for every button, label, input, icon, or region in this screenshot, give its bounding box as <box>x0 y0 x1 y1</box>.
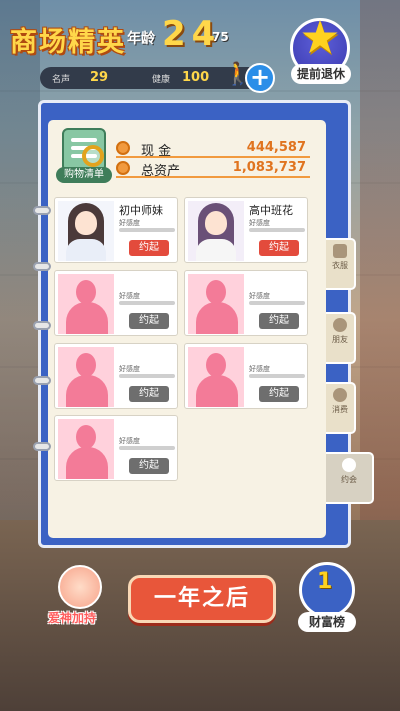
tab-friends-label: 朋友 <box>332 335 348 344</box>
locked-card-3[interactable]: 好感度 约起 <box>54 270 178 336</box>
rank-number: 1 <box>317 569 333 594</box>
cabinet-icon <box>333 244 347 258</box>
cupid-icon[interactable] <box>58 565 102 609</box>
locked-card-5[interactable]: 好感度 约起 <box>54 343 178 409</box>
star-icon: ★ <box>299 10 341 64</box>
binder-ring <box>33 376 51 385</box>
favor-label: 好感度 <box>249 292 270 300</box>
locked-card-6[interactable]: 好感度 约起 <box>184 343 308 409</box>
silhouette-image <box>58 419 114 479</box>
favor-bar <box>249 301 305 305</box>
favor-label: 好感度 <box>119 365 140 373</box>
binder-ring <box>33 321 51 330</box>
age-max: 75 <box>212 30 229 44</box>
portrait-image <box>58 201 114 261</box>
assets-label: 总资产 <box>141 164 181 179</box>
date-button[interactable]: 约起 <box>129 386 169 402</box>
date-button[interactable]: 约起 <box>129 313 169 329</box>
fame-label: 名声 <box>52 75 71 85</box>
girl-name: 初中师妹 <box>119 204 163 217</box>
date-button[interactable]: 约起 <box>259 240 299 256</box>
game-title: 商场精英 <box>10 27 126 58</box>
silhouette-image <box>188 274 244 334</box>
assets-value: 1,083,737 <box>232 160 306 175</box>
girl-card-2[interactable]: 高中班花 好感度 约起 <box>184 197 308 263</box>
cash-row: 现 金 444,587 <box>116 140 310 159</box>
tab-spending[interactable]: 消费 <box>326 382 356 434</box>
locked-card-7[interactable]: 好感度 约起 <box>54 415 178 481</box>
binder-ring <box>33 262 51 271</box>
favor-bar <box>119 446 175 450</box>
date-button[interactable]: 约起 <box>259 313 299 329</box>
favor-label: 好感度 <box>119 437 140 445</box>
cash-label: 现 金 <box>141 144 172 159</box>
heart-icon <box>342 458 356 472</box>
favor-bar <box>119 228 175 232</box>
cash-value: 444,587 <box>246 140 306 155</box>
girl-name: 高中班花 <box>249 204 293 217</box>
health-label: 健康 <box>152 75 171 85</box>
retire-label[interactable]: 提前退休 <box>291 64 351 84</box>
binder-ring <box>33 206 51 215</box>
date-button[interactable]: 约起 <box>129 458 169 474</box>
wealth-rank-label[interactable]: 财富榜 <box>298 612 356 632</box>
tab-dating[interactable]: 约会 <box>326 452 374 504</box>
silhouette-image <box>58 274 114 334</box>
tab-clothes-label: 衣服 <box>332 261 348 270</box>
date-button[interactable]: 约起 <box>129 240 169 256</box>
tab-dating-label: 约会 <box>341 475 357 484</box>
favor-label: 好感度 <box>119 292 140 300</box>
favor-label: 好感度 <box>119 219 140 227</box>
date-button[interactable]: 约起 <box>259 386 299 402</box>
add-health-button[interactable]: + <box>245 63 275 93</box>
health-value: 100 <box>182 70 210 85</box>
age-label: 年龄 <box>127 31 155 47</box>
cupid-label[interactable]: 爱神加持 <box>48 609 96 626</box>
tab-clothes[interactable]: 衣服 <box>326 238 356 290</box>
binder-ring <box>33 442 51 451</box>
tab-friends[interactable]: 朋友 <box>326 312 356 364</box>
silhouette-image <box>58 347 114 407</box>
favor-bar <box>249 374 305 378</box>
yen-icon <box>333 388 347 402</box>
shopping-list-label[interactable]: 购物清单 <box>56 167 112 183</box>
assets-row: 总资产 1,083,737 <box>116 160 310 179</box>
shopping-list-icon[interactable] <box>62 128 106 172</box>
favor-label: 好感度 <box>249 219 270 227</box>
favor-bar <box>119 301 175 305</box>
tab-spending-label: 消费 <box>332 405 348 414</box>
locked-card-4[interactable]: 好感度 约起 <box>184 270 308 336</box>
girl-card-1[interactable]: 初中师妹 好感度 约起 <box>54 197 178 263</box>
favor-label: 好感度 <box>249 365 270 373</box>
portrait-image <box>188 201 244 261</box>
favor-bar <box>249 228 305 232</box>
friends-icon <box>333 318 347 332</box>
fame-value: 29 <box>90 70 109 85</box>
coin-icon <box>116 141 130 155</box>
silhouette-image <box>188 347 244 407</box>
assets-icon <box>116 161 130 175</box>
next-year-button[interactable]: 一年之后 <box>128 575 276 623</box>
favor-bar <box>119 374 175 378</box>
